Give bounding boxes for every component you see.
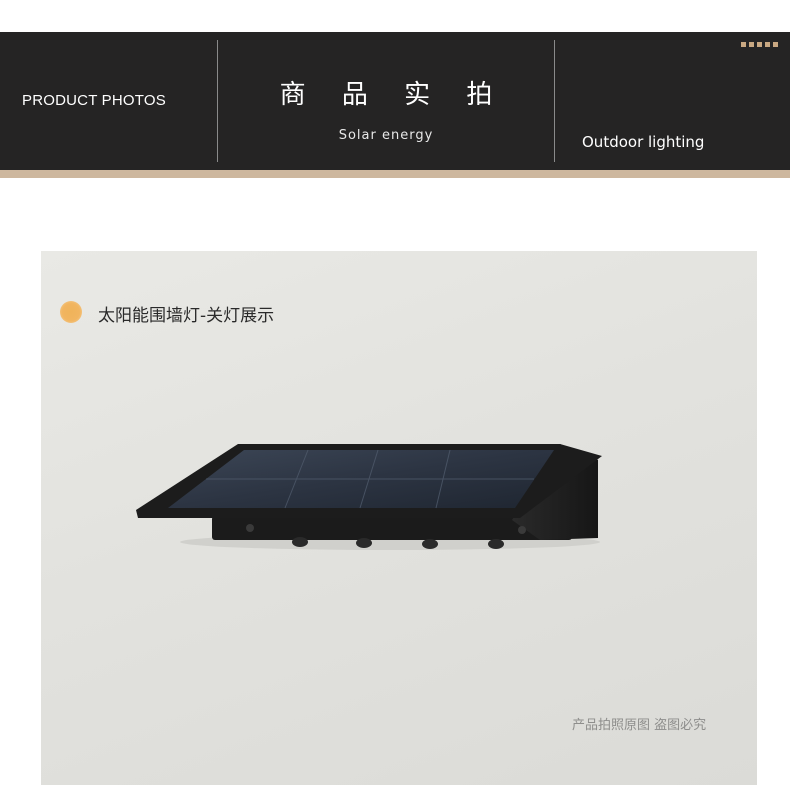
- caption-bullet-icon: [60, 301, 82, 323]
- product-photos-label: PRODUCT PHOTOS: [22, 92, 166, 109]
- header-accent-strip: [0, 170, 790, 178]
- decorative-dots-icon: [741, 42, 778, 47]
- page-subtitle: Solar energy: [338, 128, 434, 143]
- header-divider-right: [554, 40, 555, 162]
- solar-wall-lamp-image: [136, 444, 602, 550]
- watermark-text: 产品拍照原图 盗图必究: [572, 718, 707, 733]
- page-title: 商 品 实 拍: [279, 80, 507, 110]
- photo-caption: 太阳能围墙灯-关灯展示: [98, 306, 275, 326]
- category-label: Outdoor lighting: [582, 133, 705, 151]
